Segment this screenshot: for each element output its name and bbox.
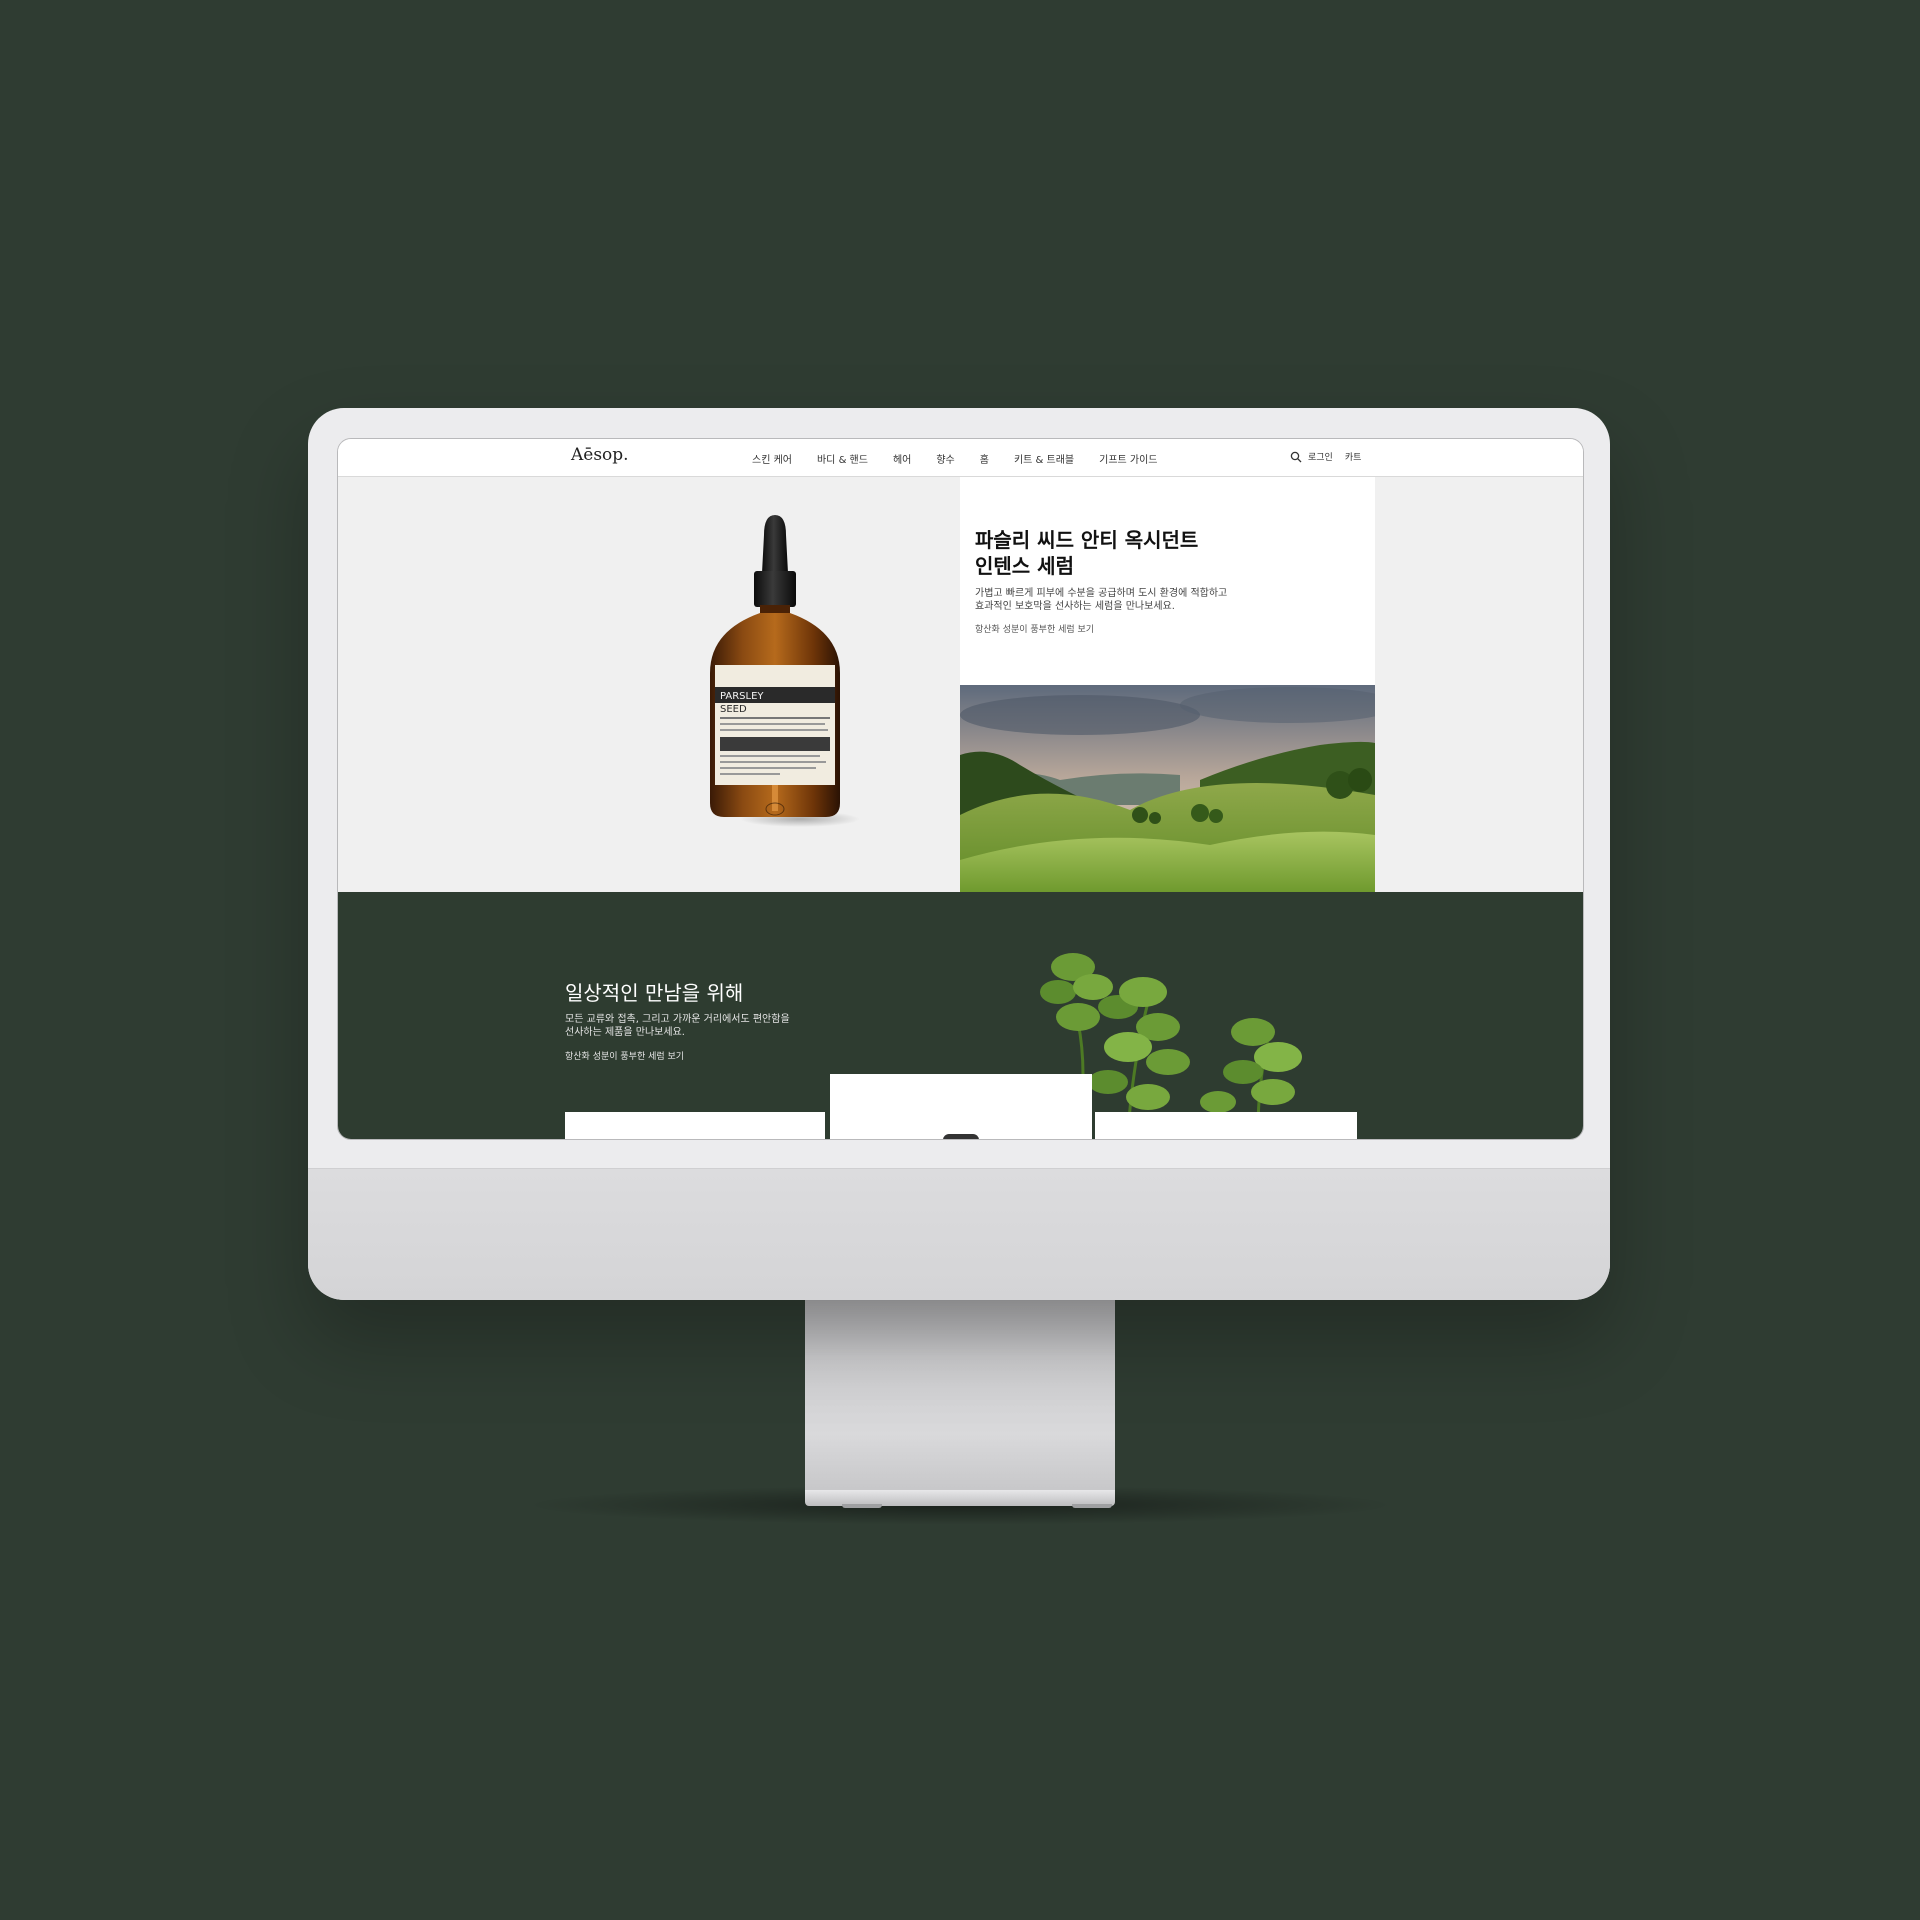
screen: Aēsop. 스킨 케어 바디 & 핸드 헤어 향수 홈 키트 & 트래블 기프… <box>337 438 1584 1140</box>
nav-link-home[interactable]: 홈 <box>980 451 989 466</box>
landscape-image <box>960 685 1375 892</box>
promo-title: 일상적인 만남을 위해 <box>565 981 744 1005</box>
hero-description: 가볍고 빠르게 피부에 수분을 공급하며 도시 환경에 적합하고 효과적인 보호… <box>975 587 1275 613</box>
cart-link[interactable]: 카트 <box>1345 450 1362 463</box>
nav-link-body-hand[interactable]: 바디 & 핸드 <box>817 451 868 466</box>
monitor: Aēsop. 스킨 케어 바디 & 핸드 헤어 향수 홈 키트 & 트래블 기프… <box>308 408 1610 1300</box>
stand-foot-left <box>842 1504 882 1508</box>
nav-utilities: 로그인 카트 <box>1290 450 1361 463</box>
hero-product-panel: PARSLEY SEED <box>338 477 960 892</box>
promo-cta-link[interactable]: 항산화 성분이 풍부한 세럼 보기 <box>565 1049 684 1062</box>
promo-description: 모든 교류와 접촉, 그리고 가까운 거리에서도 편안함을 선사하는 제품을 만… <box>565 1013 815 1039</box>
nav-link-fragrance[interactable]: 향수 <box>936 451 954 466</box>
serum-bottle-image: PARSLEY SEED <box>710 515 860 827</box>
hero-desc-line1: 가볍고 빠르게 피부에 수분을 공급하며 도시 환경에 적합하고 <box>975 588 1228 599</box>
nav-link-kits-travel[interactable]: 키트 & 트래블 <box>1014 451 1074 466</box>
hero-copy-panel: 파슬리 씨드 안티 옥시던트 인텐스 세럼 가볍고 빠르게 피부에 수분을 공급… <box>960 477 1375 685</box>
hero-desc-line2: 효과적인 보호막을 선사하는 세럼을 만나보세요. <box>975 601 1175 612</box>
product-jar-top <box>943 1134 979 1139</box>
hero-right-margin <box>1375 477 1583 892</box>
hero-title-line2: 인텐스 세럼 <box>975 554 1074 578</box>
search-icon[interactable] <box>1290 451 1302 463</box>
nav-link-hair[interactable]: 헤어 <box>893 451 911 466</box>
product-card-2[interactable] <box>830 1074 1092 1139</box>
monitor-chin <box>308 1168 1610 1300</box>
promo-desc-line1: 모든 교류와 접촉, 그리고 가까운 거리에서도 편안함을 <box>565 1014 790 1025</box>
product-card-1[interactable] <box>565 1112 825 1139</box>
hero-section: PARSLEY SEED 파슬리 씨드 안티 옥시던트 인텐스 세럼 가볍고 빠… <box>338 477 1583 892</box>
login-link[interactable]: 로그인 <box>1308 450 1333 463</box>
nav-link-skin-care[interactable]: 스킨 케어 <box>752 451 792 466</box>
monitor-stand <box>805 1300 1115 1492</box>
bottle-label-line2: SEED <box>720 704 747 715</box>
nav-link-gift-guide[interactable]: 기프트 가이드 <box>1099 451 1157 466</box>
promo-desc-line2: 선사하는 제품을 만나보세요. <box>565 1027 685 1038</box>
promo-section: 일상적인 만남을 위해 모든 교류와 접촉, 그리고 가까운 거리에서도 편안함… <box>338 892 1583 1139</box>
hero-cta-link[interactable]: 항산화 성분이 풍부한 세럼 보기 <box>975 622 1094 635</box>
bottle-label-line1: PARSLEY <box>720 691 764 702</box>
stand-foot-right <box>1072 1504 1112 1508</box>
hero-title: 파슬리 씨드 안티 옥시던트 인텐스 세럼 <box>975 527 1355 579</box>
top-nav: Aēsop. 스킨 케어 바디 & 핸드 헤어 향수 홈 키트 & 트래블 기프… <box>338 439 1583 477</box>
nav-links: 스킨 케어 바디 & 핸드 헤어 향수 홈 키트 & 트래블 기프트 가이드 <box>752 451 1183 466</box>
product-card-3[interactable] <box>1095 1112 1357 1139</box>
hero-title-line1: 파슬리 씨드 안티 옥시던트 <box>975 528 1199 552</box>
brand-logo[interactable]: Aēsop. <box>571 445 629 465</box>
